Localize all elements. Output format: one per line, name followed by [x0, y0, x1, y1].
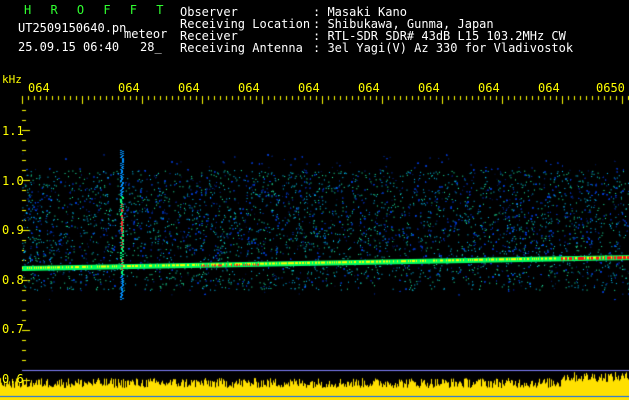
spectrogram-canvas: [0, 0, 629, 400]
app-title: H R O F F T: [24, 3, 170, 17]
frame-count: 28_: [140, 40, 162, 54]
time-tick: 064: [478, 81, 500, 95]
freq-tick: 0.9: [2, 223, 24, 237]
time-tick: 064: [538, 81, 560, 95]
freq-tick: 0.6: [2, 372, 24, 386]
antenna-value: : 3el Yagi(V) Az 330 for Vladivostok: [313, 41, 574, 55]
time-tick: 064: [418, 81, 440, 95]
file-name: UT2509150640.pn: [18, 21, 127, 35]
freq-unit-label: kHz: [2, 73, 22, 86]
antenna-label: Receiving Antenna: [180, 41, 303, 55]
freq-tick: 0.7: [2, 322, 24, 336]
time-tick: 064: [118, 81, 140, 95]
time-tick: 064: [358, 81, 380, 95]
freq-tick: 0.8: [2, 273, 24, 287]
time-tick: 064: [178, 81, 200, 95]
time-tick: 0650: [596, 81, 625, 95]
freq-tick: 1.0: [2, 174, 24, 188]
time-tick: 064: [298, 81, 320, 95]
time-tick: 064: [238, 81, 260, 95]
detection-tag: meteor: [124, 27, 168, 41]
date-time: 25.09.15 06:40: [18, 40, 120, 54]
time-tick: 064: [28, 81, 50, 95]
freq-tick: 1.1: [2, 124, 24, 138]
